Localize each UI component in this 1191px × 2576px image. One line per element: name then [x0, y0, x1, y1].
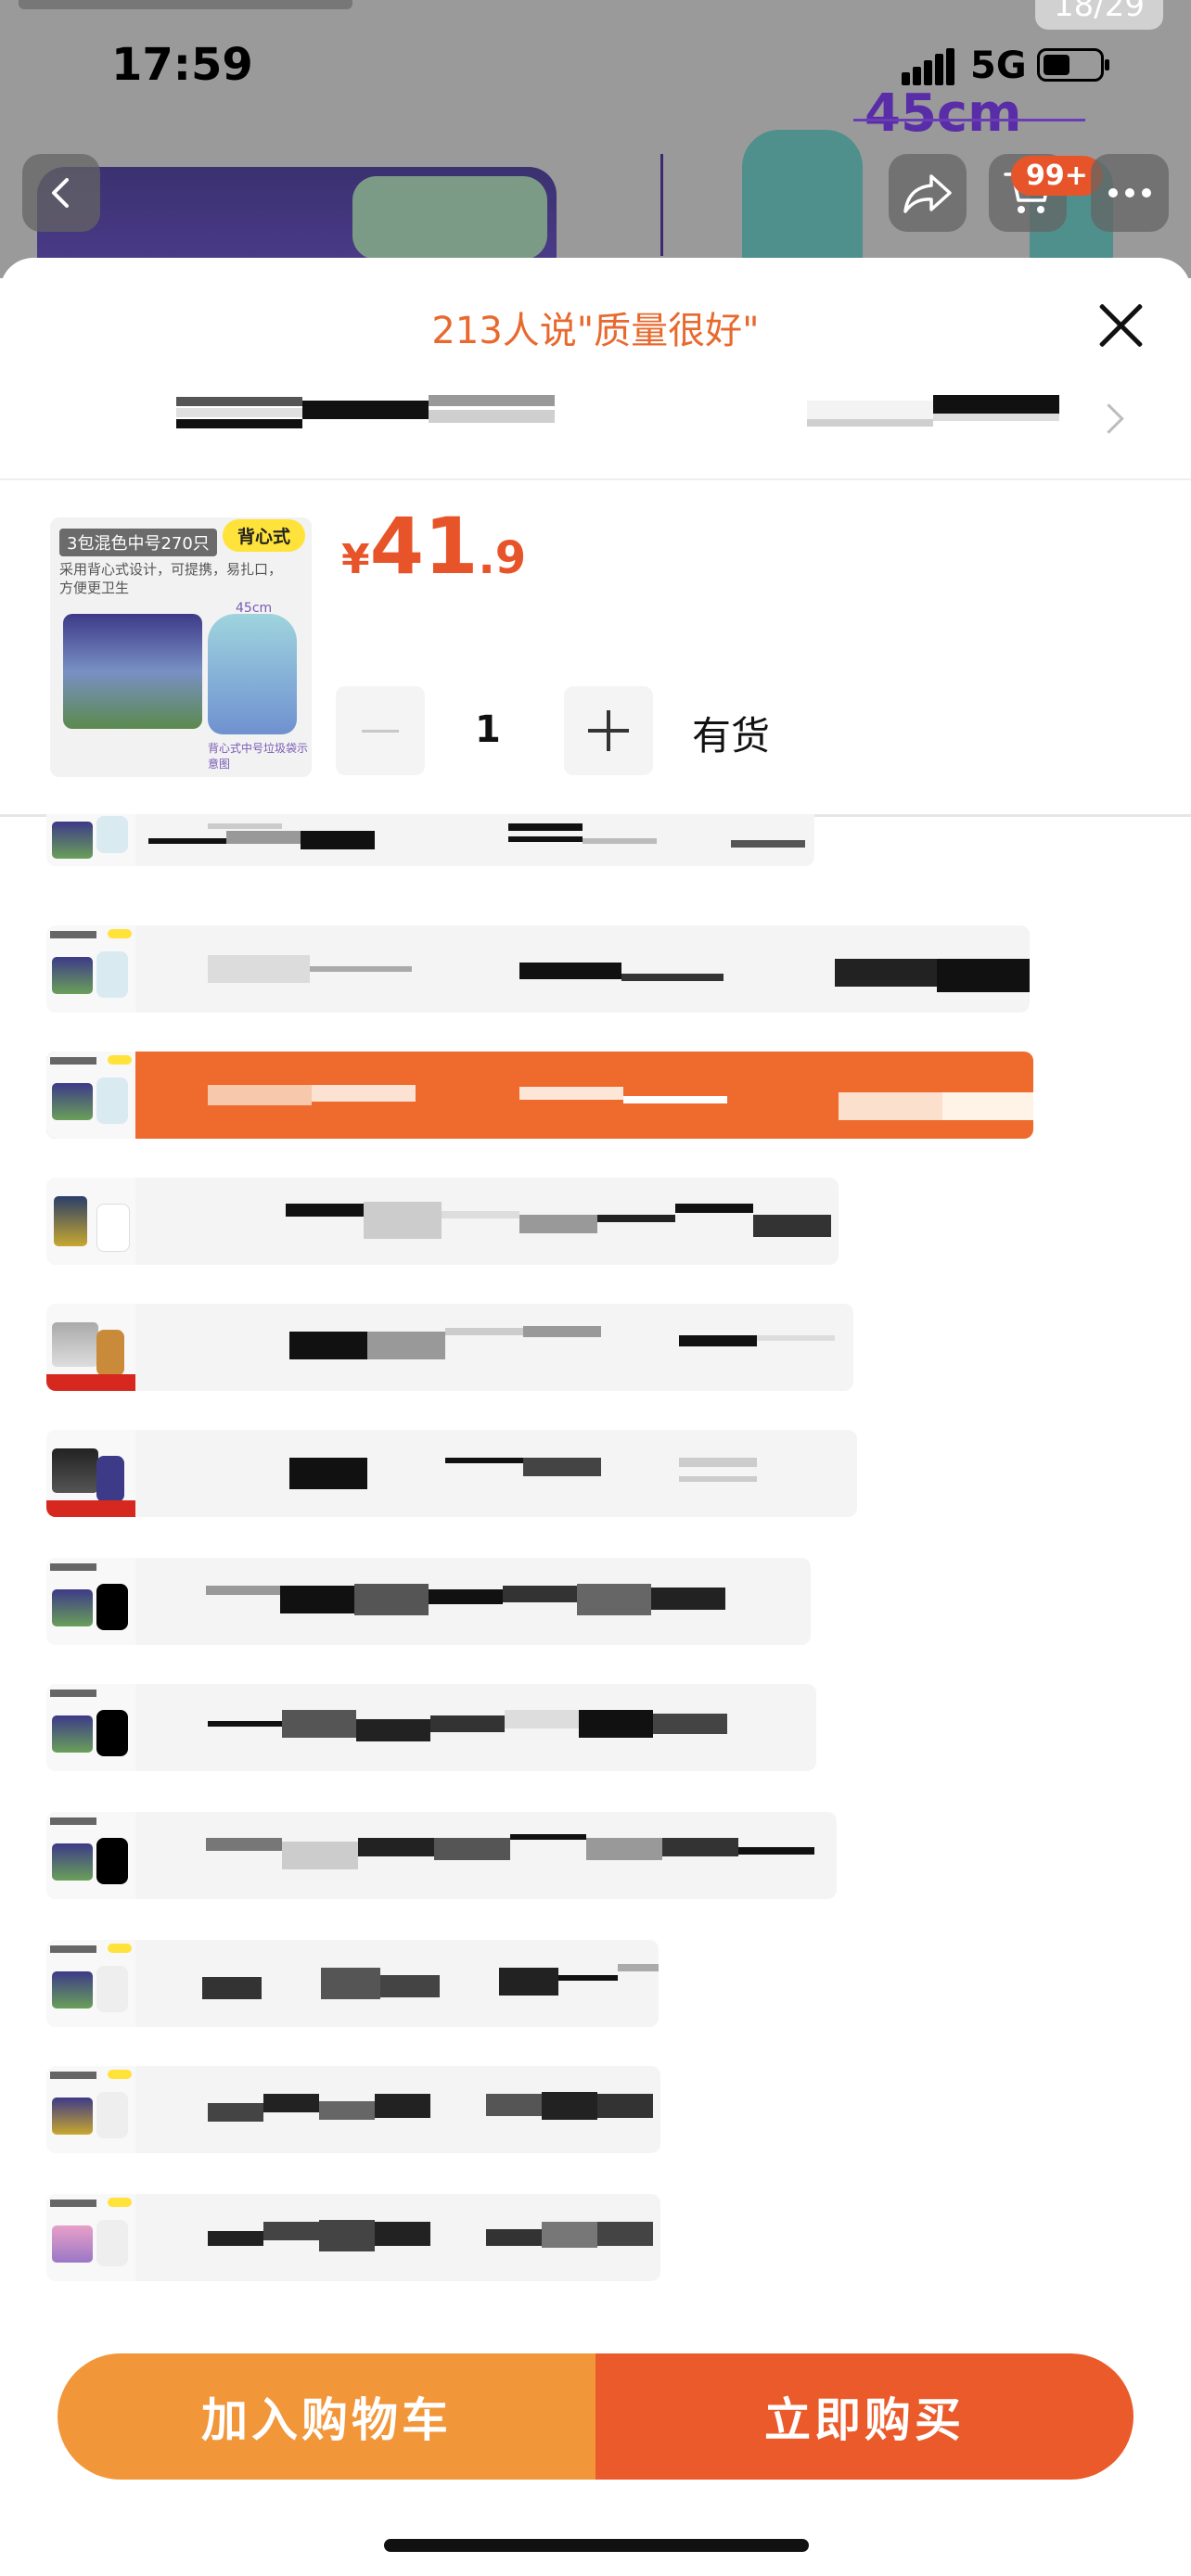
decrease-quantity-button[interactable]	[336, 686, 425, 775]
close-icon[interactable]	[1093, 297, 1148, 352]
redacted-text	[176, 419, 302, 428]
redacted-text	[933, 414, 1059, 421]
gallery-counter: 18/29	[1035, 0, 1163, 30]
quantity-value[interactable]: 1	[475, 708, 501, 751]
share-button[interactable]	[889, 154, 967, 232]
sku-option[interactable]	[46, 814, 814, 866]
option-thumbnail	[46, 925, 135, 1013]
signal-icon	[902, 48, 957, 85]
status-time: 17:59	[111, 39, 253, 91]
option-thumbnail	[46, 1940, 135, 2027]
more-button[interactable]	[1091, 154, 1169, 232]
redacted-text	[302, 401, 429, 419]
dimension-line	[853, 119, 1085, 121]
sku-option[interactable]	[46, 1430, 857, 1517]
chevron-left-icon	[52, 178, 69, 208]
option-thumbnail	[46, 2194, 135, 2281]
option-thumbnail	[46, 814, 135, 866]
dimension-guide	[660, 154, 663, 256]
sku-selection-sheet: 213人说"质量很好" 3包混色中号270只 背心式 采用背心式设计，可提携，易…	[0, 258, 1191, 2576]
thumbnail-caption: 背心式中号垃圾袋示意图	[208, 742, 309, 771]
thumbnail-style-pill: 背心式	[223, 519, 306, 552]
option-thumbnail	[46, 1684, 135, 1771]
rolls-image	[63, 614, 202, 729]
more-icon	[1108, 188, 1151, 198]
sheet-title: 213人说"质量很好"	[431, 310, 760, 352]
partial-page-title	[19, 0, 352, 9]
redacted-text	[807, 401, 933, 419]
thumbnail-description: 采用背心式设计，可提携，易扎口，方便更卫生	[59, 561, 283, 596]
option-thumbnail	[46, 1558, 135, 1645]
bag-image	[208, 614, 297, 734]
sku-option[interactable]	[46, 2194, 660, 2281]
thumbnail-tag: 3包混色中号270只	[59, 529, 217, 556]
divider	[0, 478, 1191, 480]
sku-option[interactable]	[46, 1304, 853, 1391]
increase-quantity-button[interactable]	[564, 686, 653, 775]
redacted-text	[807, 419, 933, 427]
product-package-label	[352, 176, 547, 260]
sku-option[interactable]	[46, 925, 1030, 1013]
option-thumbnail	[46, 1304, 135, 1391]
battery-icon	[1037, 48, 1109, 82]
price-currency: ¥	[341, 536, 370, 583]
sku-option[interactable]	[46, 1178, 839, 1265]
price: ¥41.9	[341, 501, 526, 592]
sku-option[interactable]	[46, 1812, 837, 1899]
option-thumbnail	[46, 1052, 135, 1139]
stock-status: 有货	[692, 713, 771, 759]
redacted-text	[933, 395, 1059, 414]
review-strip[interactable]	[0, 388, 1191, 480]
buy-now-button[interactable]: 立即购买	[596, 2353, 1133, 2480]
sku-option[interactable]	[46, 1558, 811, 1645]
share-icon	[903, 174, 952, 213]
option-thumbnail	[46, 2066, 135, 2153]
product-thumbnail[interactable]: 3包混色中号270只 背心式 采用背心式设计，可提携，易扎口，方便更卫生 45c…	[50, 517, 312, 777]
redacted-text	[429, 395, 555, 406]
bag-image	[742, 130, 863, 278]
add-to-cart-button[interactable]: 加入购物车	[58, 2353, 596, 2480]
dimension-label: 45cm	[864, 83, 1022, 144]
sku-option[interactable]	[46, 2066, 660, 2153]
redacted-text	[176, 408, 302, 417]
redacted-text	[176, 397, 302, 406]
back-button[interactable]	[22, 154, 100, 232]
cart-badge: 99+	[1011, 156, 1103, 196]
network-type: 5G	[970, 45, 1027, 87]
redacted-text	[429, 410, 555, 423]
price-integer: 41	[369, 501, 479, 592]
sku-option-selected[interactable]	[46, 1052, 1033, 1139]
option-thumbnail	[46, 1812, 135, 1899]
price-decimal: .9	[478, 532, 527, 584]
sku-option[interactable]	[46, 1940, 659, 2027]
sku-option[interactable]	[46, 1684, 816, 1771]
option-thumbnail	[46, 1178, 135, 1265]
option-thumbnail	[46, 1430, 135, 1517]
home-indicator[interactable]	[384, 2539, 809, 2552]
